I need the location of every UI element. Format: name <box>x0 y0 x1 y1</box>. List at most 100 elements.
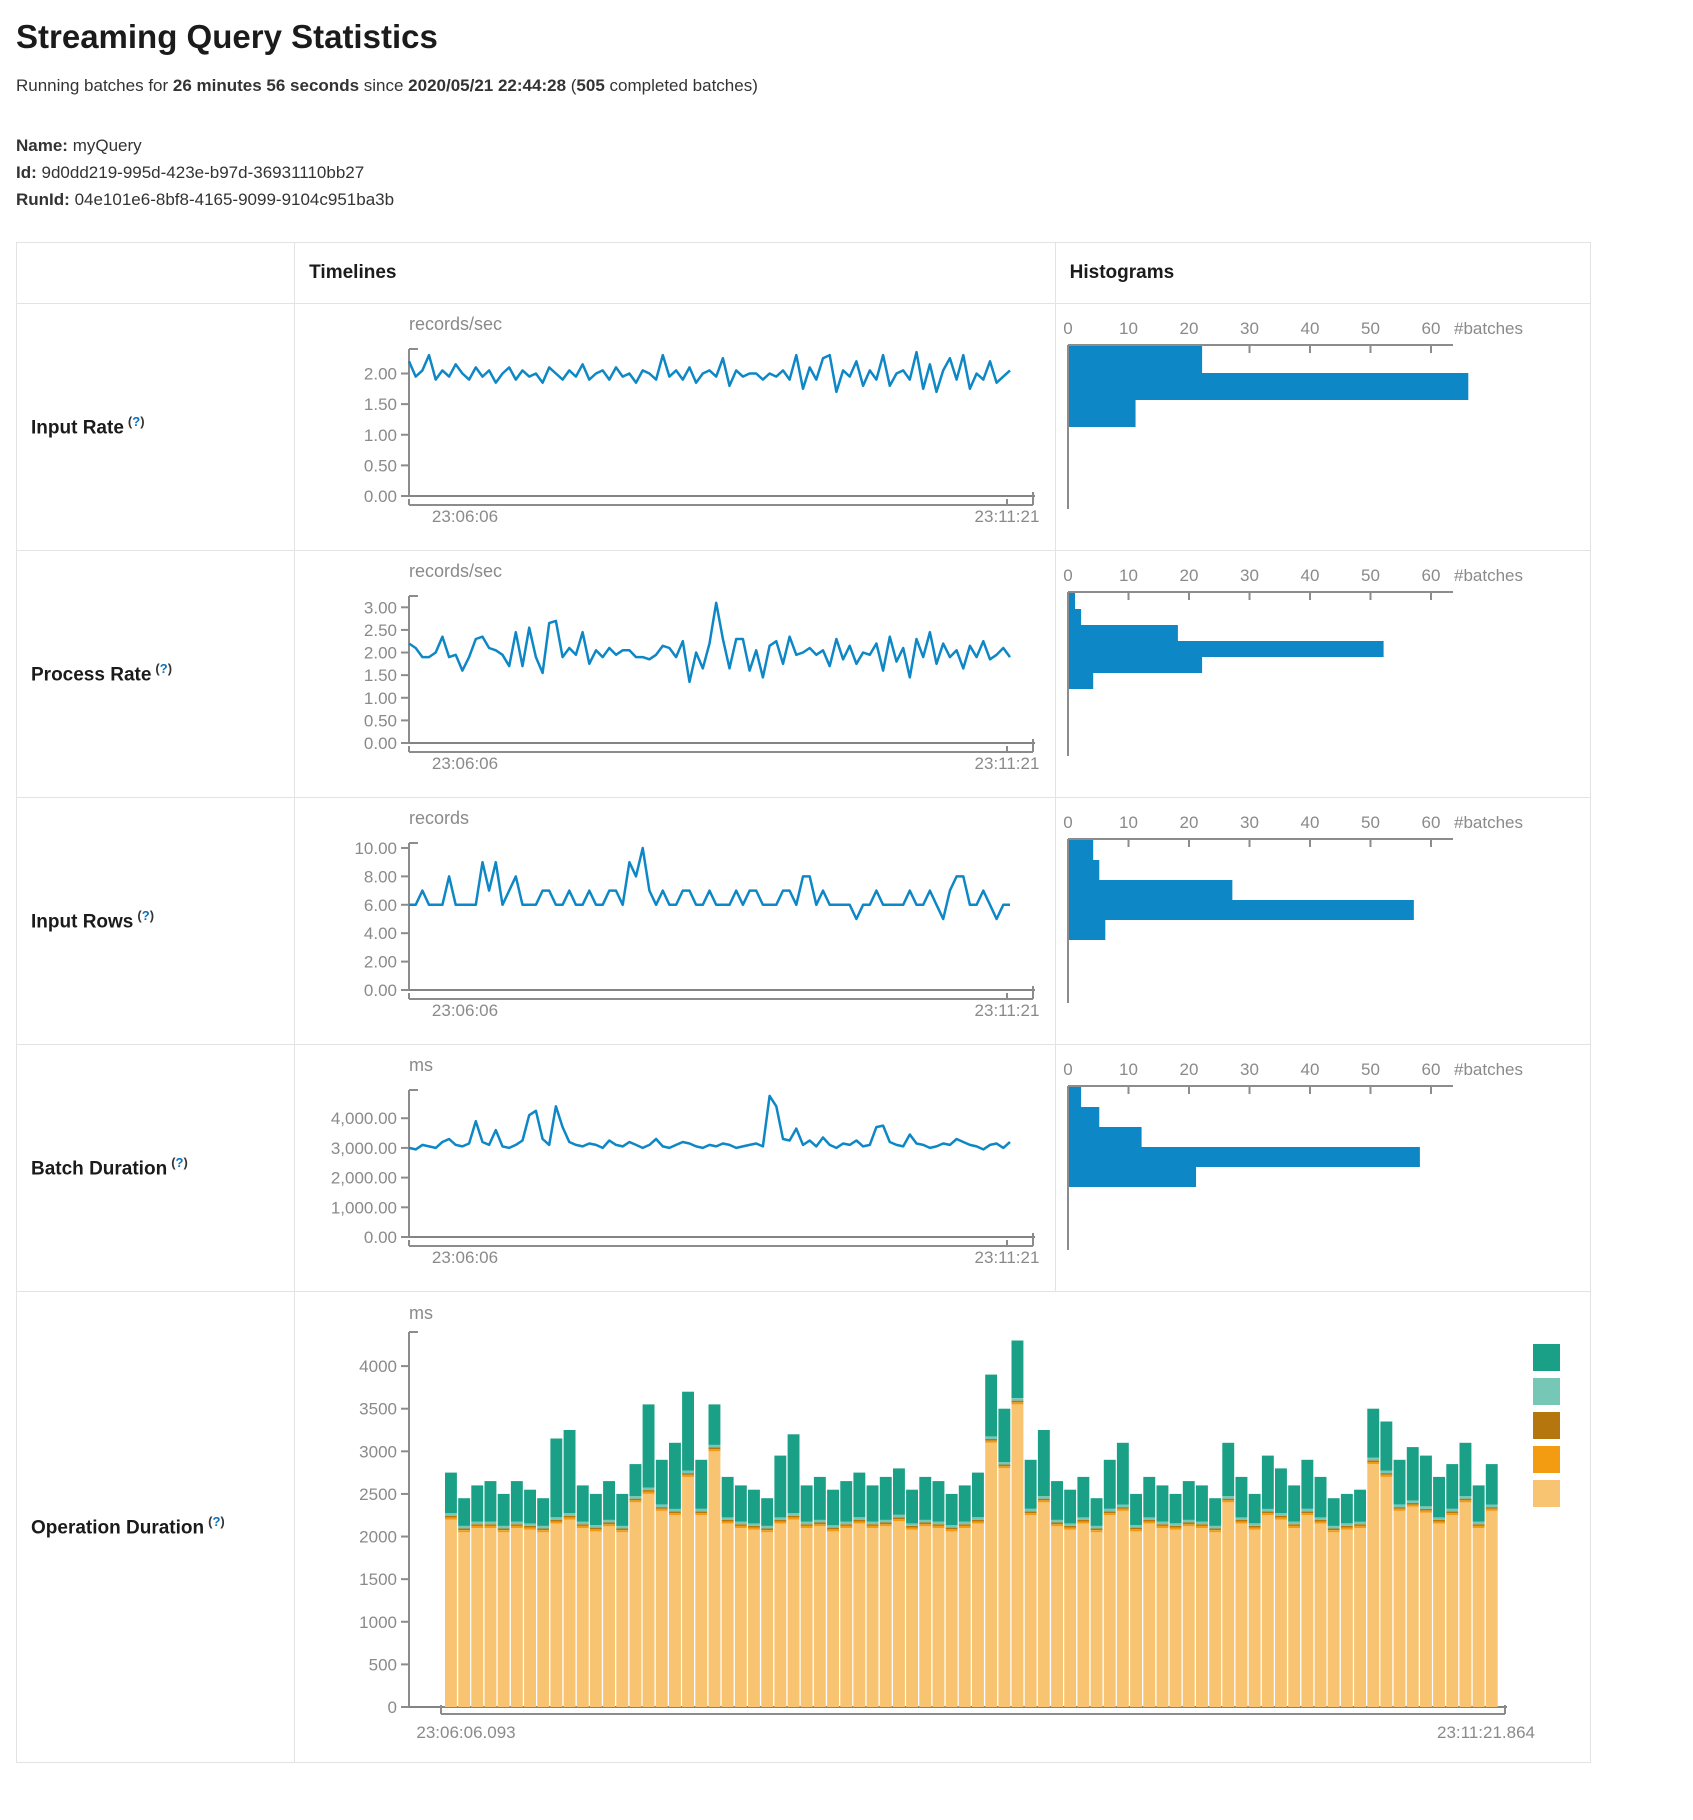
svg-text:30: 30 <box>1240 813 1259 832</box>
batch-duration-label-cell: Batch Duration(?) <box>17 1044 295 1291</box>
svg-text:4.00: 4.00 <box>364 924 397 943</box>
svg-text:0.00: 0.00 <box>364 487 397 506</box>
operation-duration-help-icon[interactable]: (?) <box>208 1514 225 1529</box>
svg-text:1500: 1500 <box>359 1570 397 1589</box>
svg-text:1.00: 1.00 <box>364 425 397 444</box>
svg-text:6.00: 6.00 <box>364 895 397 914</box>
svg-text:2.50: 2.50 <box>364 620 397 639</box>
svg-text:#batches: #batches <box>1454 319 1523 338</box>
input-rows-histogram-chart: 0 10 20 30 40 50 60 #batches <box>1056 798 1589 1044</box>
statistics-table: Timelines Histograms Input Rate(?) recor… <box>16 242 1591 1763</box>
table-header-row: Timelines Histograms <box>17 242 1591 303</box>
batch-duration-timeline-cell: ms4,000.003,000.002,000.001,000.000.0023… <box>295 1044 1055 1291</box>
svg-text:ms: ms <box>409 1303 433 1323</box>
svg-text:0.00: 0.00 <box>364 981 397 1000</box>
svg-text:0: 0 <box>388 1698 397 1717</box>
svg-text:10: 10 <box>1119 319 1138 338</box>
svg-text:0.50: 0.50 <box>364 711 397 730</box>
svg-text:1000: 1000 <box>359 1612 397 1631</box>
svg-text:40: 40 <box>1300 1060 1319 1079</box>
svg-text:20: 20 <box>1179 319 1198 338</box>
svg-text:23:06:06: 23:06:06 <box>432 1001 498 1020</box>
input-rows-help-icon[interactable]: (?) <box>137 908 154 923</box>
process-rate-timeline-chart: records/sec3.002.502.001.501.000.500.002… <box>295 551 1053 797</box>
input-rows-timeline-cell: records 10.00 8.00 6.00 4.00 2.00 0.00 23:06:06… <box>295 797 1055 1044</box>
process-rate-help-icon[interactable]: (?) <box>155 661 172 676</box>
query-id-line: Id: 9d0dd219-995d-423e-b97d-36931110bb27 <box>16 159 1677 186</box>
svg-text:3500: 3500 <box>359 1399 397 1418</box>
svg-text:#batches: #batches <box>1454 1060 1523 1079</box>
svg-text:8.00: 8.00 <box>364 867 397 886</box>
svg-text:20: 20 <box>1179 566 1198 585</box>
svg-text:60: 60 <box>1421 813 1440 832</box>
svg-text:1.00: 1.00 <box>364 688 397 707</box>
process-rate-label-cell: Process Rate(?) <box>17 550 295 797</box>
svg-text:0.50: 0.50 <box>364 456 397 475</box>
input-rate-row: Input Rate(?) records/sec2.001.501.000.5… <box>17 303 1591 550</box>
svg-text:40: 40 <box>1300 319 1319 338</box>
svg-text:50: 50 <box>1361 813 1380 832</box>
completed-batches-count: 505 <box>576 76 604 95</box>
svg-text:23:06:06: 23:06:06 <box>432 507 498 526</box>
svg-text:0: 0 <box>1063 319 1072 338</box>
svg-text:23:11:21: 23:11:21 <box>975 754 1040 773</box>
query-metadata: Name: myQuery Id: 9d0dd219-995d-423e-b97… <box>16 132 1677 214</box>
svg-text:0: 0 <box>1063 813 1072 832</box>
svg-text:10: 10 <box>1119 813 1138 832</box>
process-rate-row: Process Rate(?) records/sec3.002.502.001… <box>17 550 1591 797</box>
operation-duration-chart-cell: ms4000350030002500200015001000500023:06:… <box>295 1291 1591 1762</box>
batch-duration-histogram-cell: 0102030405060#batches <box>1055 1044 1590 1291</box>
input-rate-histogram-cell: 0102030405060#batches <box>1055 303 1590 550</box>
svg-text:#batches: #batches <box>1454 813 1523 832</box>
page: Streaming Query Statistics Running batch… <box>0 0 1693 1775</box>
query-runid-line: RunId: 04e101e6-8bf8-4165-9099-9104c951b… <box>16 186 1677 213</box>
svg-text:20: 20 <box>1179 813 1198 832</box>
batch-duration-help-icon[interactable]: (?) <box>171 1155 188 1170</box>
query-runid-value: 04e101e6-8bf8-4165-9099-9104c951ba3b <box>75 190 395 209</box>
svg-text:30: 30 <box>1240 1060 1259 1079</box>
process-rate-histogram-cell: 0102030405060#batches <box>1055 550 1590 797</box>
process-rate-histogram-chart: 0102030405060#batches <box>1056 551 1589 797</box>
input-rate-help-icon[interactable]: (?) <box>128 414 145 429</box>
input-rows-row: Input Rows(?) records 10.00 8.00 6.00 4.00 2.… <box>17 797 1591 1044</box>
svg-text:ms: ms <box>409 1055 433 1075</box>
query-name-value: myQuery <box>73 136 142 155</box>
svg-text:23:11:21.864: 23:11:21.864 <box>1437 1723 1535 1742</box>
input-rows-label-cell: Input Rows(?) <box>17 797 295 1044</box>
svg-text:0: 0 <box>1063 1060 1072 1079</box>
svg-text:23:06:06: 23:06:06 <box>432 1248 498 1267</box>
svg-text:2.00: 2.00 <box>364 952 397 971</box>
svg-text:40: 40 <box>1300 813 1319 832</box>
svg-text:50: 50 <box>1361 319 1380 338</box>
svg-text:23:06:06: 23:06:06 <box>432 754 498 773</box>
svg-text:23:11:21: 23:11:21 <box>975 1001 1040 1020</box>
process-rate-timeline-cell: records/sec3.002.502.001.501.000.500.002… <box>295 550 1055 797</box>
query-id-value: 9d0dd219-995d-423e-b97d-36931110bb27 <box>42 163 365 182</box>
svg-text:2.00: 2.00 <box>364 364 397 383</box>
running-batches-summary: Running batches for 26 minutes 56 second… <box>16 76 1677 96</box>
batch-duration-histogram-chart: 0102030405060#batches <box>1056 1045 1589 1291</box>
svg-text:records: records <box>409 808 469 828</box>
legend-swatch-1 <box>1533 1378 1560 1405</box>
legend-swatch-0 <box>1533 1344 1560 1371</box>
operation-duration-chart: ms4000350030002500200015001000500023:06:… <box>295 1292 1588 1762</box>
svg-text:23:11:21: 23:11:21 <box>975 1248 1040 1267</box>
svg-text:#batches: #batches <box>1454 566 1523 585</box>
svg-text:23:11:21: 23:11:21 <box>975 507 1040 526</box>
input-rate-histogram-chart: 0102030405060#batches <box>1056 304 1589 550</box>
svg-text:4,000.00: 4,000.00 <box>331 1109 397 1128</box>
empty-header-cell <box>17 242 295 303</box>
svg-text:10: 10 <box>1119 1060 1138 1079</box>
svg-text:50: 50 <box>1361 1060 1380 1079</box>
svg-text:60: 60 <box>1421 566 1440 585</box>
svg-text:1,000.00: 1,000.00 <box>331 1198 397 1217</box>
svg-text:1.50: 1.50 <box>364 666 397 685</box>
svg-text:10.00: 10.00 <box>355 839 398 858</box>
input-rate-timeline-chart: records/sec2.001.501.000.500.0023:06:062… <box>295 304 1053 550</box>
svg-text:23:06:06.093: 23:06:06.093 <box>417 1723 516 1742</box>
input-rate-timeline-cell: records/sec2.001.501.000.500.0023:06:062… <box>295 303 1055 550</box>
query-name-line: Name: myQuery <box>16 132 1677 159</box>
svg-text:2000: 2000 <box>359 1527 397 1546</box>
svg-text:30: 30 <box>1240 566 1259 585</box>
histograms-header: Histograms <box>1055 242 1590 303</box>
